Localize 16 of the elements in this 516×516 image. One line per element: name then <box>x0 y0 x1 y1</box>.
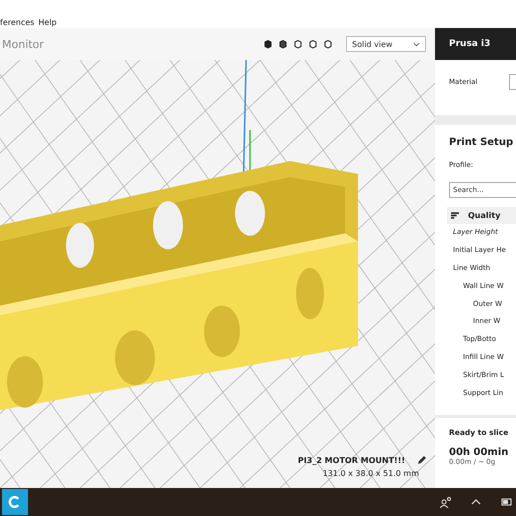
menu-item[interactable]: Help <box>38 18 57 27</box>
model-dimensions: 131.0 x 38.0 x 51.0 mm <box>322 469 419 478</box>
material-field[interactable] <box>509 74 516 90</box>
print-time: 00h 00min <box>449 447 510 458</box>
print-setup-title: Print Setup <box>449 137 514 148</box>
app-icon[interactable] <box>2 489 28 515</box>
model-name: PI3_2 MOTOR MOUNT!!! <box>298 456 405 464</box>
caret-icon <box>413 42 420 46</box>
printer-header[interactable]: Prusa i3 <box>435 28 516 60</box>
category-header[interactable]: Quality <box>447 207 516 224</box>
people-icon[interactable] <box>440 496 452 508</box>
menu-item[interactable]: ferences <box>0 18 34 27</box>
view-dropdown[interactable]: Solid view <box>346 36 426 52</box>
pencil-icon[interactable] <box>417 455 427 465</box>
battery-icon[interactable] <box>500 496 512 508</box>
lines-icon <box>451 212 459 219</box>
